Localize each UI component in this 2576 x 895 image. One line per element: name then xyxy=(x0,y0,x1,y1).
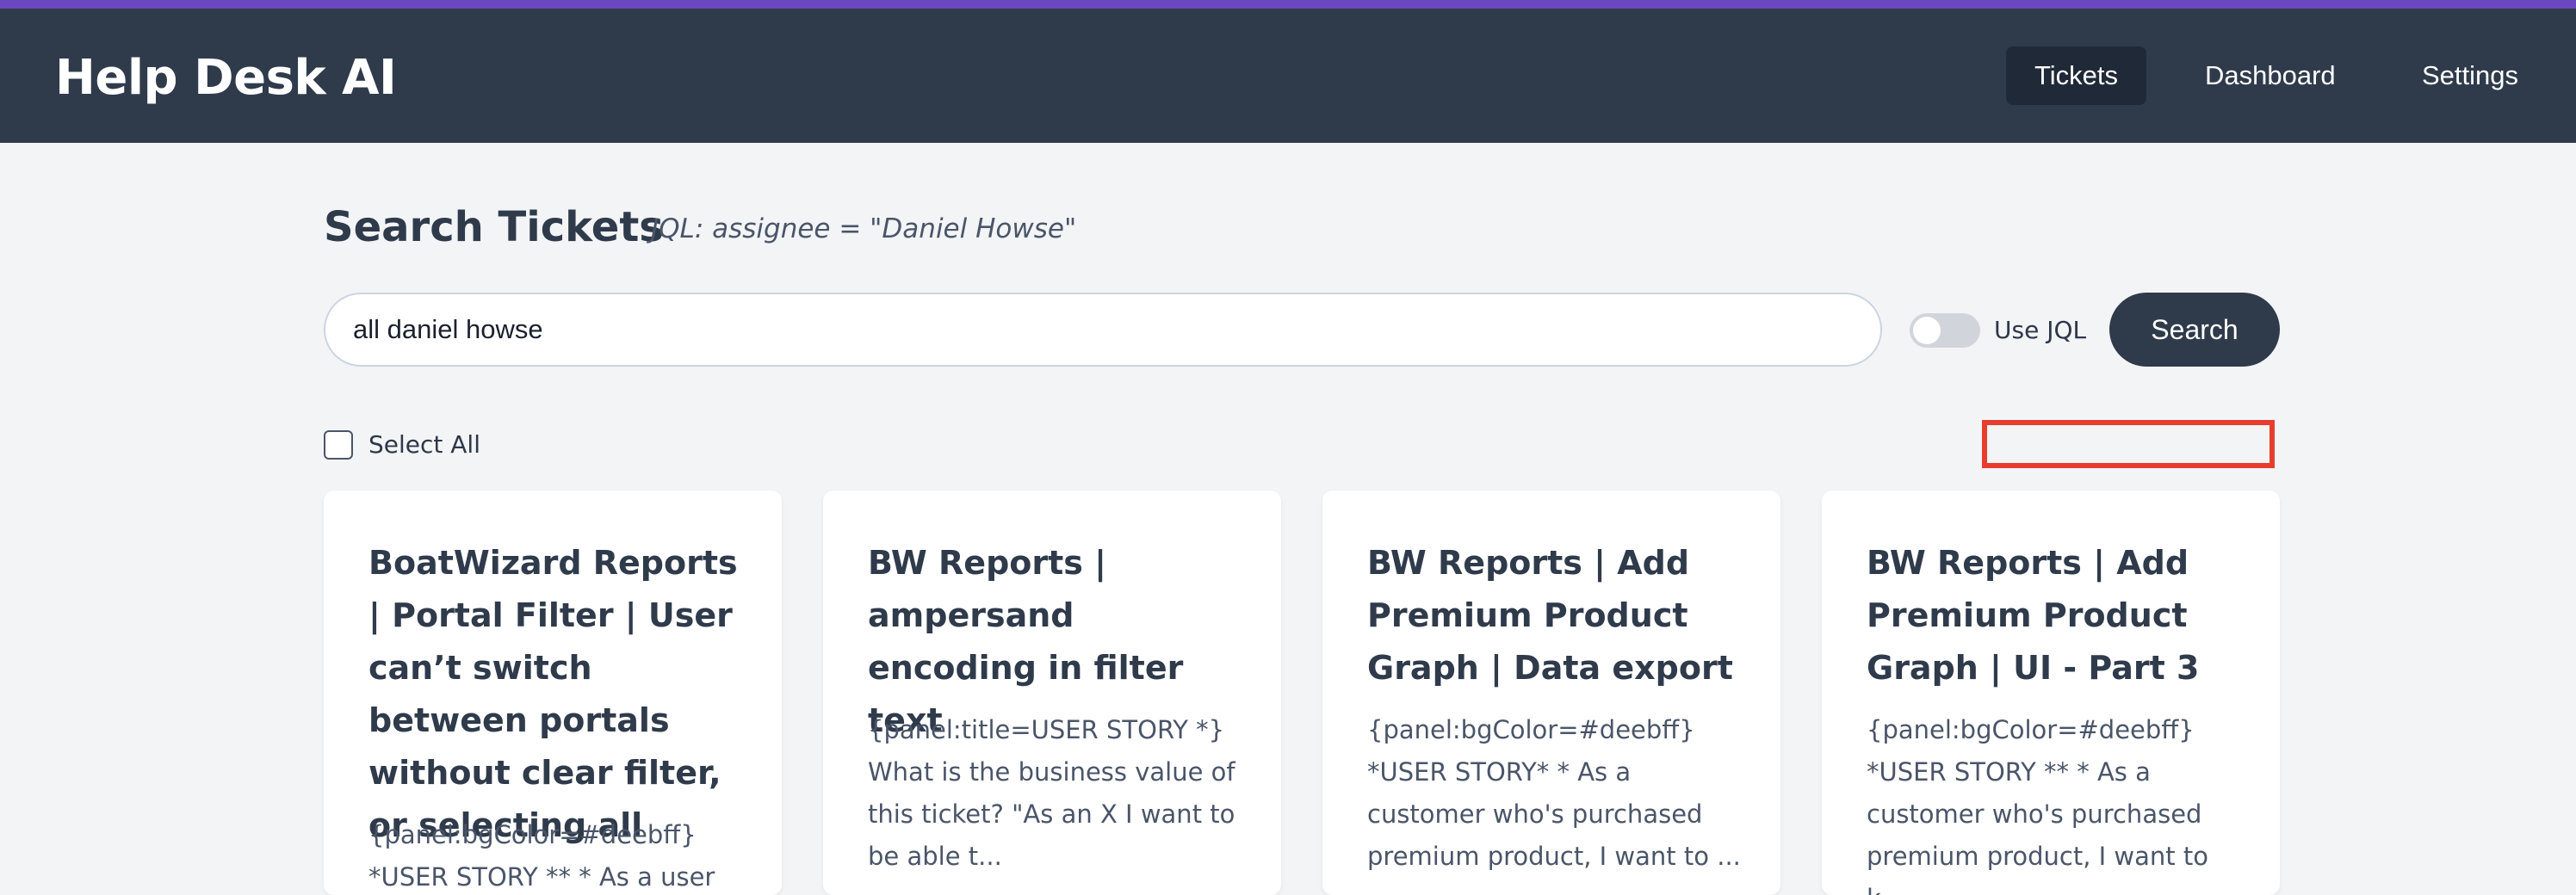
ticket-card[interactable]: BW Reports | Add Premium Product Graph |… xyxy=(1322,491,1780,895)
use-jql-toggle[interactable] xyxy=(1910,313,1980,348)
accent-strip xyxy=(0,0,2576,9)
ticket-description: {panel:bgColor=#deebff} *USER STORY ** *… xyxy=(368,820,715,892)
nav-tickets[interactable]: Tickets xyxy=(2006,46,2147,105)
use-jql-label: Use JQL xyxy=(1994,316,2087,344)
ticket-description: {panel:title=USER STORY *} What is the b… xyxy=(868,715,1235,871)
ticket-description: {panel:bgColor=#deebff} *USER STORY* * A… xyxy=(1367,715,1741,871)
nav-settings[interactable]: Settings xyxy=(2393,46,2547,105)
highlight-box xyxy=(1982,420,2275,468)
search-input-value[interactable]: all daniel howse xyxy=(353,294,543,365)
select-all-label: Select All xyxy=(368,430,480,459)
ticket-description: {panel:bgColor=#deebff} *USER STORY ** *… xyxy=(1867,715,2209,895)
page-title: Search Tickets xyxy=(324,203,664,251)
ticket-title[interactable]: BW Reports | Add Premium Product Graph |… xyxy=(1867,537,2245,694)
ticket-title[interactable]: BW Reports | Add Premium Product Graph |… xyxy=(1367,537,1746,694)
search-input[interactable]: all daniel howse xyxy=(324,293,1882,367)
top-navbar: Help Desk AI Tickets Dashboard Settings xyxy=(0,9,2576,143)
app-title: Help Desk AI xyxy=(55,50,397,106)
select-all-checkbox[interactable] xyxy=(324,430,353,460)
jql-hint: JQL: assignee = "Daniel Howse" xyxy=(651,213,1077,244)
search-button[interactable]: Search xyxy=(2109,293,2280,367)
nav-dashboard[interactable]: Dashboard xyxy=(2177,46,2364,105)
toggle-knob xyxy=(1913,317,1941,344)
ticket-card[interactable]: BW Reports | Add Premium Product Graph |… xyxy=(1822,491,2280,895)
ticket-title[interactable]: BoatWizard Reports | Portal Filter | Use… xyxy=(368,537,747,852)
ticket-card[interactable]: BW Reports | ampersand encoding in filte… xyxy=(823,491,1281,895)
ticket-card[interactable]: BoatWizard Reports | Portal Filter | Use… xyxy=(324,491,782,895)
